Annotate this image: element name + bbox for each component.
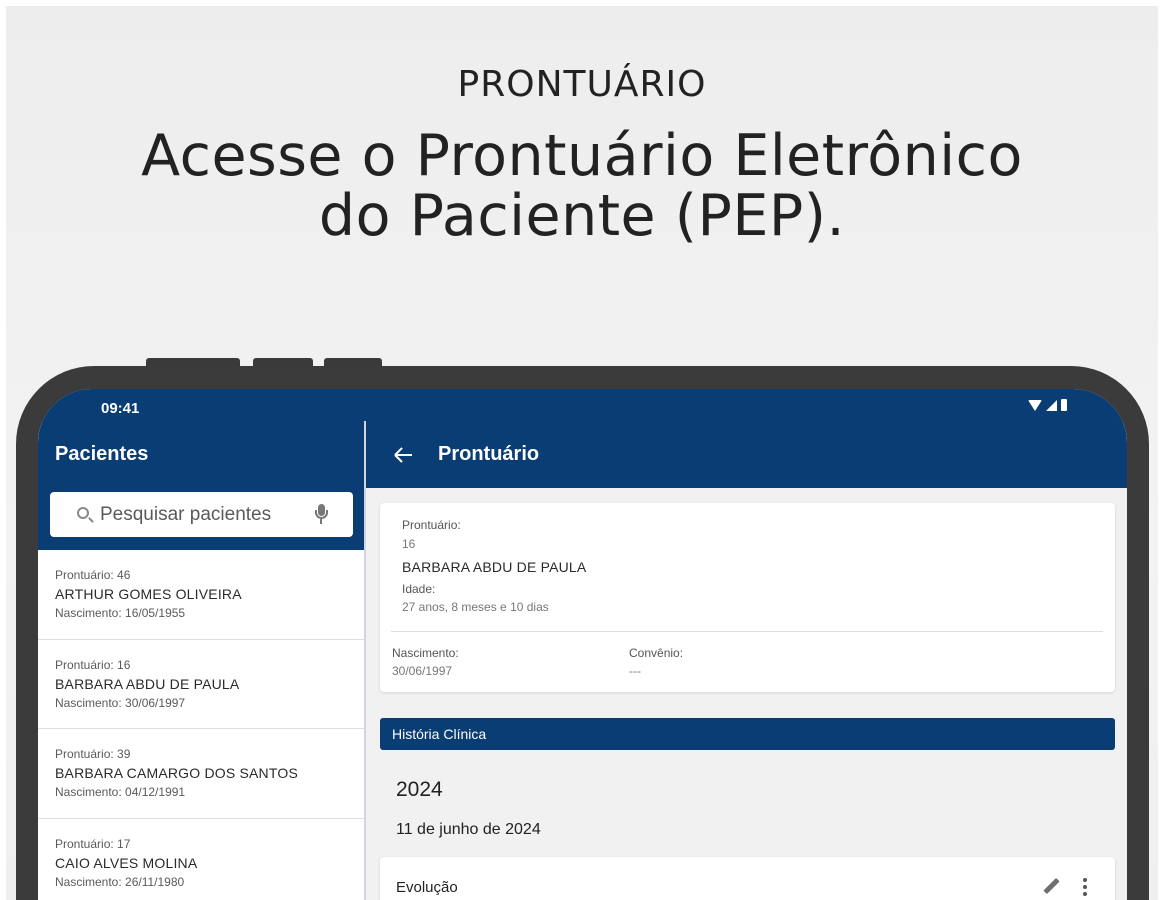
- list-item[interactable]: Prontuário: 46 ARTHUR GOMES OLIVEIRA Nas…: [38, 550, 364, 640]
- nascimento-label: Nascimento:: [392, 646, 459, 660]
- patients-title: Pacientes: [55, 443, 149, 465]
- evolution-title: Evolução: [396, 879, 458, 896]
- list-item[interactable]: Prontuário: 17 CAIO ALVES MOLINA Nascime…: [38, 819, 364, 900]
- status-time: 09:41: [101, 400, 140, 417]
- convenio-value: ---: [629, 664, 641, 678]
- patient-name: BARBARA CAMARGO DOS SANTOS: [55, 765, 298, 781]
- convenio-label: Convênio:: [629, 646, 684, 660]
- microphone-icon[interactable]: [315, 504, 328, 524]
- patient-name: BARBARA ABDU DE PAULA: [55, 675, 240, 692]
- patient-prontuario: Prontuário: 17: [55, 836, 131, 851]
- patient-name: CAIO ALVES MOLINA: [55, 854, 198, 871]
- nascimento-value: 30/06/1997: [392, 664, 453, 678]
- patient-birth: Nascimento: 26/11/1980: [55, 874, 185, 889]
- record-header: Prontuário: [366, 421, 1127, 488]
- status-icons: [1028, 399, 1067, 411]
- history-year: 2024: [396, 778, 443, 801]
- idade-label: Idade:: [402, 582, 436, 596]
- search-icon: [77, 507, 89, 519]
- patients-header: Pacientes: [38, 421, 364, 550]
- history-date: 11 de junho de 2024: [396, 821, 541, 838]
- wifi-icon: [1028, 399, 1042, 411]
- headline-line-1: Acesse o Prontuário Eletrônico: [141, 123, 1023, 189]
- evolution-card[interactable]: Evolução: [380, 857, 1115, 900]
- patient-info-card: Prontuário: 16 BARBARA ABDU DE PAULA Ida…: [380, 503, 1115, 692]
- section-kicker: PRONTUÁRIO: [457, 64, 707, 105]
- prontuario-label: Prontuário:: [402, 518, 461, 532]
- status-bar: 09:41: [38, 389, 1127, 421]
- search-input[interactable]: [100, 502, 300, 528]
- more-vert-icon[interactable]: [1082, 878, 1088, 896]
- patient-name: ARTHUR GOMES OLIVEIRA: [55, 586, 242, 602]
- headline: Acesse o Prontuário Eletrônico do Pacien…: [6, 126, 1158, 246]
- idade-value: 27 anos, 8 meses e 10 dias: [402, 600, 549, 614]
- patient-prontuario: Prontuário: 39: [55, 747, 131, 761]
- headline-line-2: do Paciente (PEP).: [318, 183, 846, 249]
- patient-birth: Nascimento: 16/05/1955: [55, 606, 186, 620]
- list-item[interactable]: Prontuário: 16 BARBARA ABDU DE PAULA Nas…: [38, 640, 364, 729]
- record-title: Prontuário: [438, 443, 540, 465]
- back-arrow-icon[interactable]: [394, 445, 414, 465]
- patient-birth: Nascimento: 04/12/1991: [55, 785, 186, 799]
- signal-icon: [1046, 399, 1057, 411]
- patient-prontuario: Prontuário: 16: [55, 657, 131, 672]
- promo-background: PRONTUÁRIO Acesse o Prontuário Eletrônic…: [6, 6, 1158, 900]
- battery-icon: [1061, 399, 1067, 411]
- patient-birth: Nascimento: 30/06/1997: [55, 695, 186, 710]
- list-item[interactable]: Prontuário: 39 BARBARA CAMARGO DOS SANTO…: [38, 729, 364, 819]
- clinical-history-header: História Clínica: [380, 718, 1115, 750]
- patient-search-bar[interactable]: [50, 492, 353, 537]
- tablet-screen: 09:41 Pacientes Pro: [38, 389, 1127, 900]
- patient-prontuario: Prontuário: 46: [55, 568, 131, 582]
- prontuario-value: 16: [402, 537, 416, 551]
- patient-list: Prontuário: 46 ARTHUR GOMES OLIVEIRA Nas…: [38, 550, 364, 900]
- patient-name: BARBARA ABDU DE PAULA: [402, 559, 587, 575]
- pencil-icon[interactable]: [1042, 877, 1060, 895]
- patients-pane: Pacientes Prontuário: 46 ARTHUR GOMES OL…: [38, 421, 364, 900]
- record-pane: Prontuário Prontuário: 16 BARBARA ABDU D…: [366, 421, 1127, 900]
- info-divider: [391, 631, 1103, 632]
